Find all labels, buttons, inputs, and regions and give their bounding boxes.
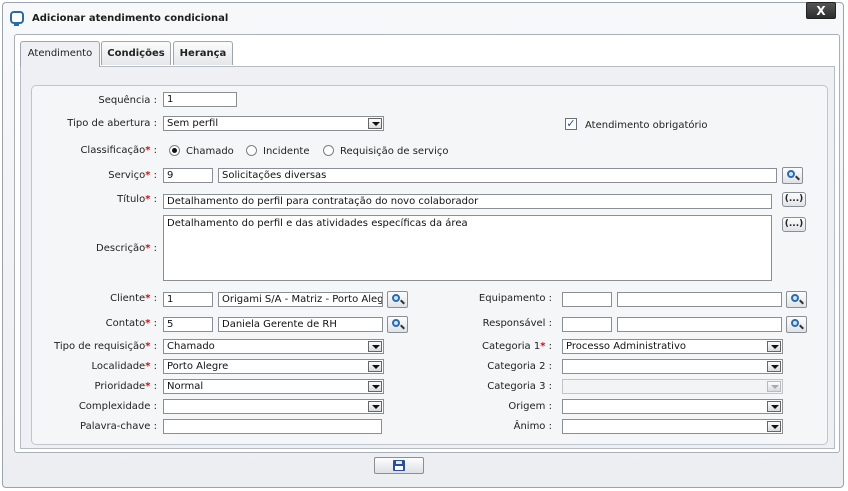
- descricao-label: Descrição* :: [96, 243, 157, 254]
- localidade-label: Localidade* :: [91, 361, 157, 372]
- categoria3-label: Categoria 3 :: [487, 381, 552, 392]
- chevron-down-icon: [368, 361, 382, 372]
- radio-incidente-label: Incidente: [263, 146, 310, 157]
- chevron-down-icon: [767, 381, 781, 392]
- categoria2-select[interactable]: [562, 359, 783, 374]
- search-icon: [791, 294, 799, 302]
- servico-search-button[interactable]: [782, 167, 803, 184]
- search-icon: [787, 170, 795, 178]
- equipamento-search-button[interactable]: [786, 291, 807, 308]
- cliente-label: Cliente* :: [110, 293, 157, 304]
- save-button[interactable]: [374, 457, 424, 474]
- chevron-down-icon: [767, 401, 781, 412]
- chevron-down-icon: [368, 341, 382, 352]
- cliente-search-button[interactable]: [387, 291, 408, 308]
- search-icon: [791, 319, 799, 327]
- animo-select[interactable]: [562, 419, 783, 434]
- equipamento-name-input[interactable]: [617, 292, 782, 307]
- chevron-down-icon: [767, 361, 781, 372]
- categoria1-label: Categoria 1* :: [481, 341, 552, 352]
- chevron-down-icon: [368, 118, 382, 129]
- titulo-input[interactable]: Detalhamento do perfil para contratação …: [163, 194, 772, 209]
- responsavel-label: Responsável :: [482, 318, 552, 329]
- floppy-disk-icon: [393, 460, 405, 471]
- palavra-chave-label: Palavra-chave :: [80, 421, 157, 432]
- contato-label: Contato* :: [105, 318, 157, 329]
- categoria1-select[interactable]: Processo Administrativo: [562, 339, 783, 354]
- responsavel-name-input[interactable]: [617, 317, 782, 332]
- tipo-abertura-label: Tipo de abertura :: [67, 118, 157, 129]
- search-icon: [392, 294, 400, 302]
- sequencia-input[interactable]: 1: [163, 92, 237, 107]
- contato-code-input[interactable]: 5: [163, 317, 213, 332]
- tab-atendimento[interactable]: Atendimento: [20, 41, 100, 67]
- descricao-textarea[interactable]: Detalhamento do perfil e das atividades …: [163, 215, 772, 281]
- contato-search-button[interactable]: [387, 316, 408, 333]
- prioridade-select[interactable]: Normal: [163, 379, 384, 394]
- localidade-select[interactable]: Porto Alegre: [163, 359, 384, 374]
- classificacao-label: Classificação* :: [80, 145, 157, 156]
- atendimento-obrigatorio-checkbox[interactable]: ✓: [565, 118, 577, 130]
- dialog-window: Adicionar atendimento condicional X Aten…: [2, 2, 844, 488]
- equipamento-label: Equipamento :: [478, 293, 552, 304]
- prioridade-label: Prioridade* :: [94, 381, 157, 392]
- cliente-name-input[interactable]: Origami S/A - Matriz - Porto Alegre: [218, 292, 383, 307]
- animo-label: Ânimo :: [513, 421, 552, 432]
- tipo-abertura-select[interactable]: Sem perfil: [163, 116, 384, 131]
- chevron-down-icon: [767, 341, 781, 352]
- chat-bubble-icon: [10, 11, 24, 26]
- titulo-label: Título* :: [117, 194, 157, 205]
- tipo-abertura-value: Sem perfil: [167, 118, 219, 129]
- tipo-requisicao-value: Chamado: [167, 341, 215, 352]
- chevron-down-icon: [767, 421, 781, 432]
- title-bar: Adicionar atendimento condicional X: [3, 2, 843, 33]
- descricao-ellipsis-button[interactable]: (...): [782, 217, 806, 232]
- radio-requisicao-servico-label: Requisição de serviço: [340, 146, 449, 157]
- origem-select[interactable]: [562, 399, 783, 414]
- close-button[interactable]: X: [806, 2, 836, 19]
- servico-name-input[interactable]: Solicitações diversas: [218, 168, 777, 183]
- contato-name-input[interactable]: Daniela Gerente de RH: [218, 317, 383, 332]
- tab-heranca[interactable]: Herança: [173, 41, 233, 65]
- search-icon: [392, 319, 400, 327]
- radio-chamado[interactable]: [169, 145, 180, 156]
- localidade-value: Porto Alegre: [167, 361, 229, 372]
- tipo-requisicao-select[interactable]: Chamado: [163, 339, 384, 354]
- dialog-title: Adicionar atendimento condicional: [32, 13, 229, 24]
- palavra-chave-input[interactable]: [163, 419, 382, 434]
- titulo-ellipsis-button[interactable]: (...): [782, 192, 806, 207]
- tipo-requisicao-label: Tipo de requisição* :: [54, 341, 157, 352]
- atendimento-obrigatorio-label: Atendimento obrigatório: [585, 120, 708, 131]
- servico-label: Serviço* :: [108, 170, 157, 181]
- servico-code-input[interactable]: 9: [163, 168, 213, 183]
- chevron-down-icon: [368, 381, 382, 392]
- categoria3-select[interactable]: [562, 379, 783, 394]
- responsavel-search-button[interactable]: [786, 316, 807, 333]
- origem-label: Origem :: [508, 401, 552, 412]
- sequencia-label: Sequência :: [98, 95, 157, 106]
- radio-chamado-label: Chamado: [186, 146, 234, 157]
- categoria2-label: Categoria 2 :: [487, 361, 552, 372]
- radio-incidente[interactable]: [246, 145, 257, 156]
- prioridade-value: Normal: [167, 381, 204, 392]
- responsavel-code-input[interactable]: [562, 317, 612, 332]
- equipamento-code-input[interactable]: [562, 292, 612, 307]
- chevron-down-icon: [368, 401, 382, 412]
- complexidade-select[interactable]: [163, 399, 384, 414]
- categoria1-value: Processo Administrativo: [566, 341, 686, 352]
- radio-requisicao-servico[interactable]: [323, 145, 334, 156]
- complexidade-label: Complexidade :: [78, 401, 157, 412]
- cliente-code-input[interactable]: 1: [163, 292, 213, 307]
- tab-condicoes[interactable]: Condições: [101, 41, 171, 65]
